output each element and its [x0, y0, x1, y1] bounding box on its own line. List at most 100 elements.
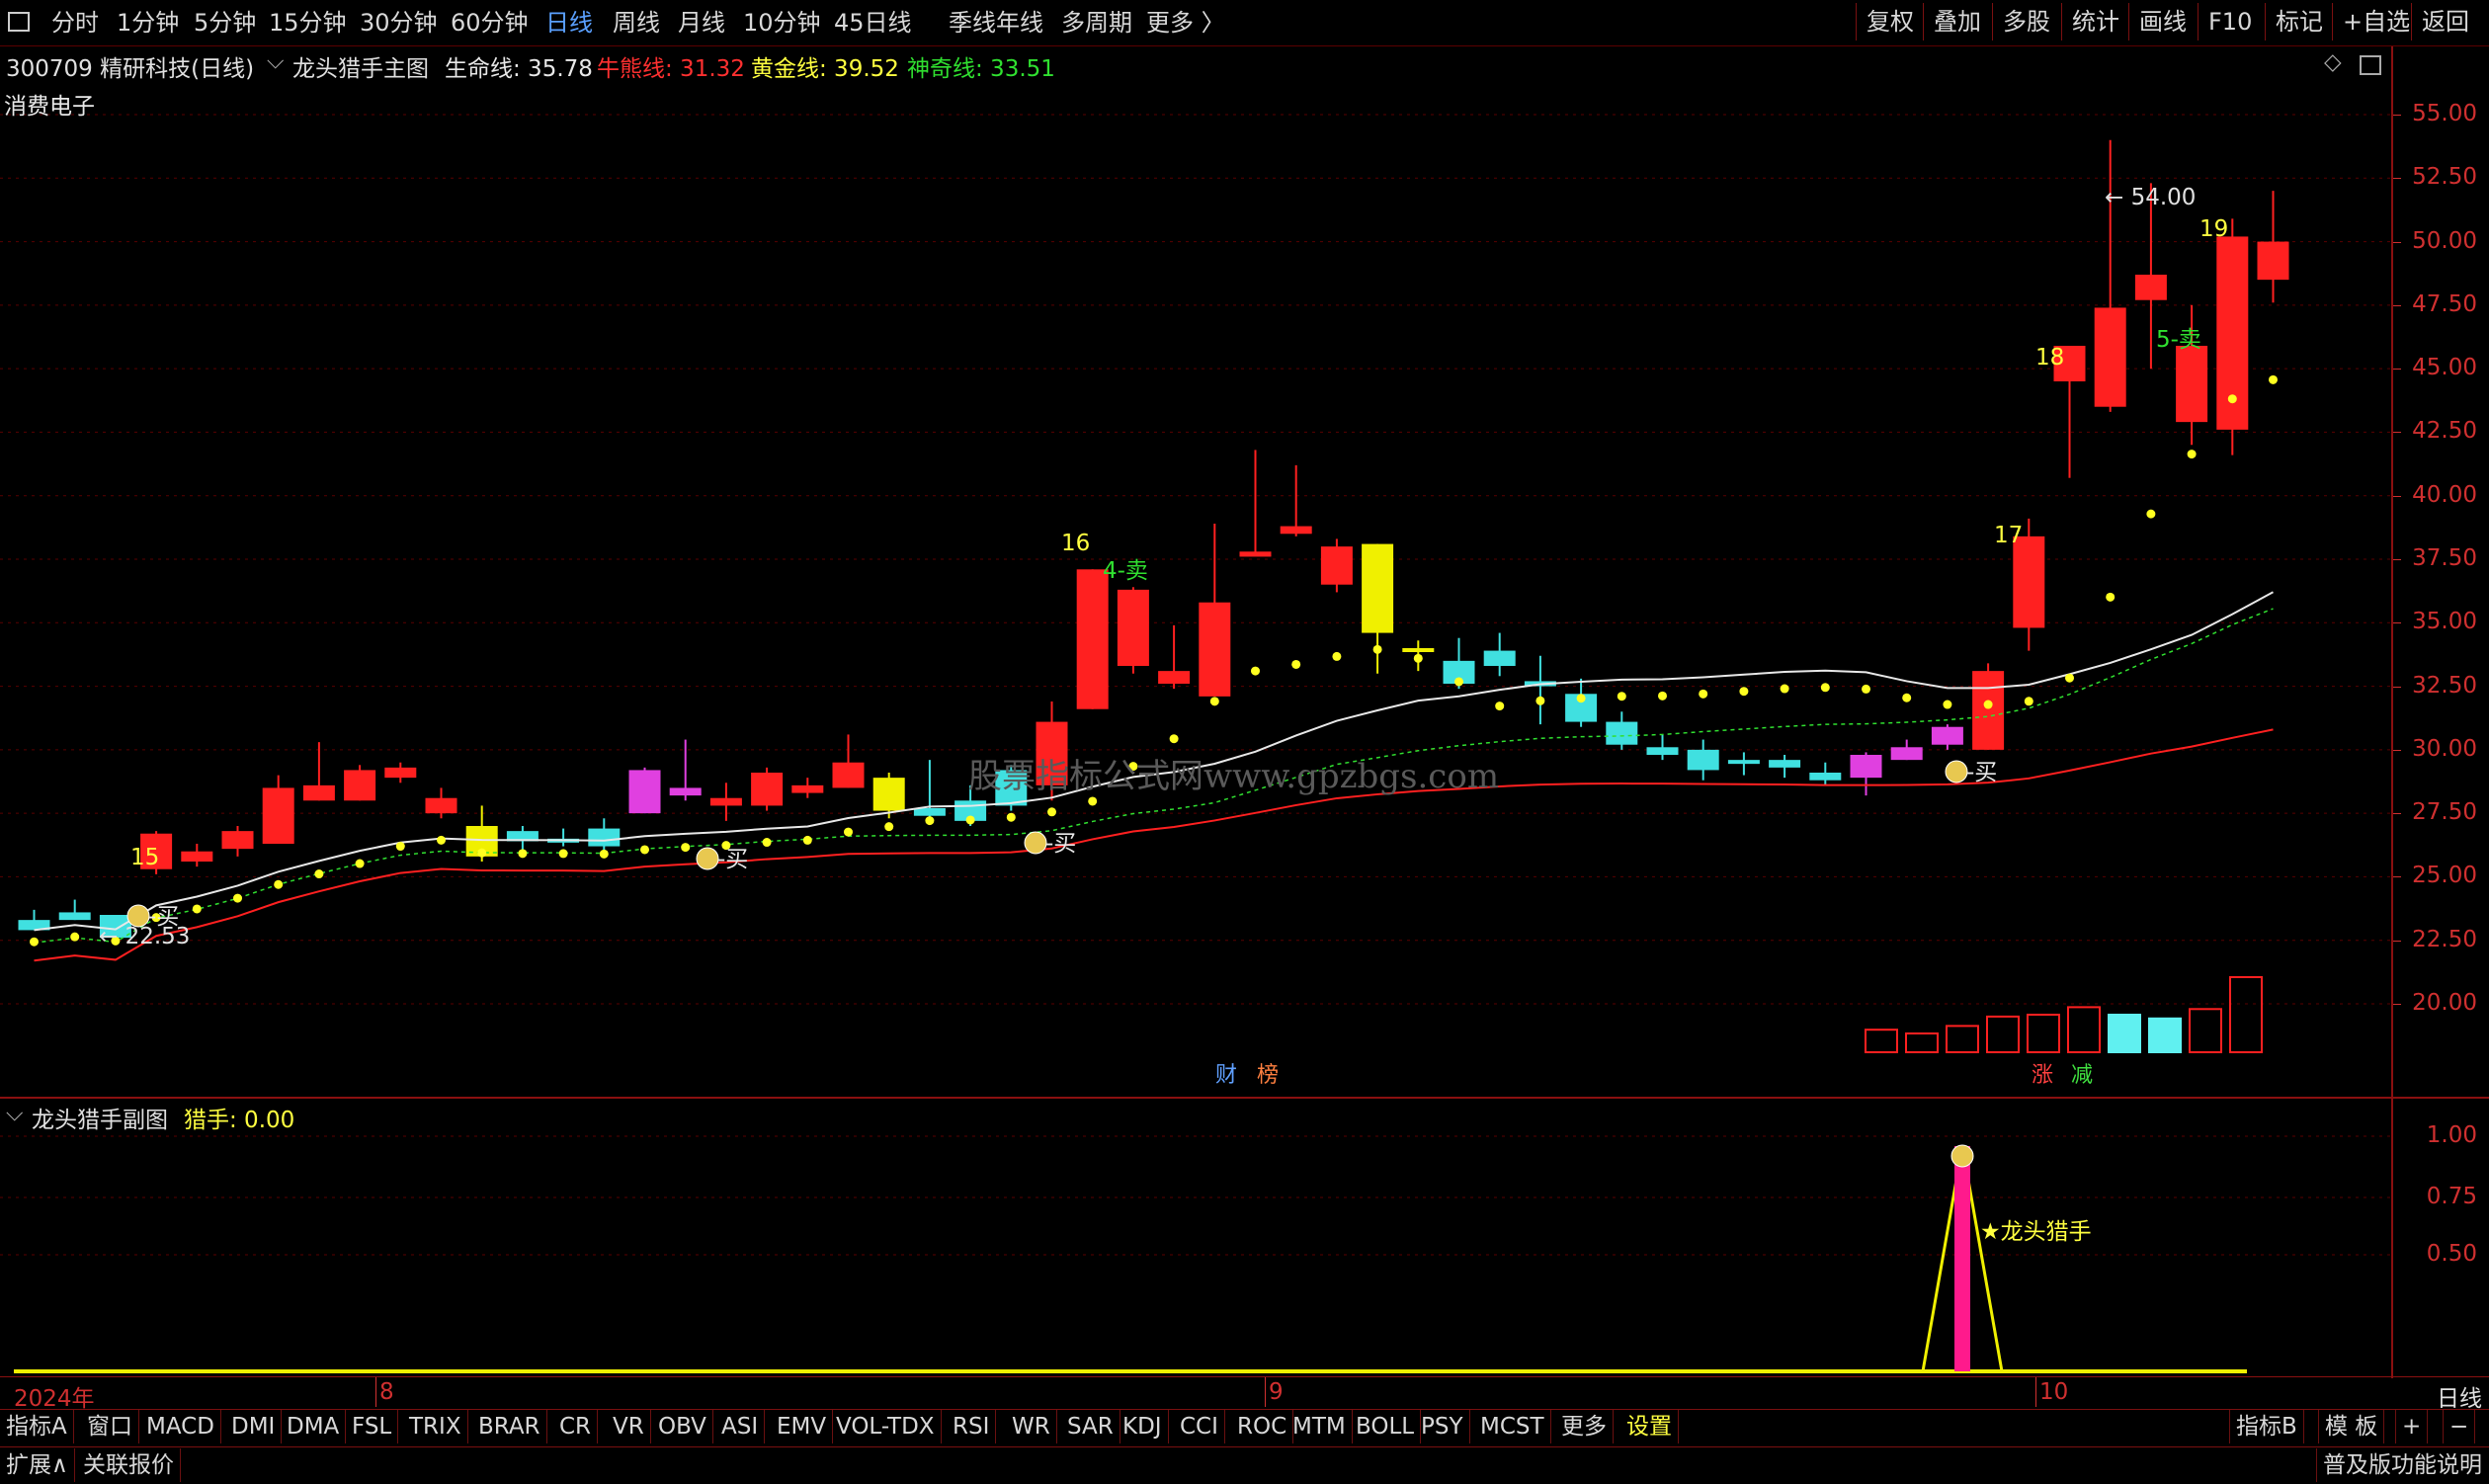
window-menu-icon[interactable] — [8, 12, 30, 32]
toolbar-button-1[interactable]: 叠加 — [1923, 3, 1981, 41]
indicator-tab-13[interactable]: VOL-TDX — [830, 1410, 942, 1443]
toolbar-button-4[interactable]: 画线 — [2128, 3, 2187, 41]
sub-chart-title[interactable]: 龙头猎手副图 — [32, 1101, 168, 1134]
period-tab-7[interactable]: 周线 — [613, 4, 660, 41]
sub-indicator-chart[interactable]: ★龙头猎手 — [0, 1099, 2391, 1378]
sell-label: 4-卖 — [1103, 558, 1148, 584]
panel-toggle-icon[interactable] — [2360, 55, 2381, 75]
right-tab-0[interactable]: 指标B — [2229, 1410, 2304, 1443]
main-candlestick-chart[interactable]: ← 54.00 ← 22.53 15 16 17 18 19 4-卖 5-卖 -买 -买 -买 -买财榜… — [0, 46, 2391, 1097]
indicator-tab-8[interactable]: CR — [553, 1410, 599, 1443]
indicator-tab-2[interactable]: MACD — [140, 1410, 221, 1443]
period-tab-0[interactable]: 分时 — [51, 4, 99, 41]
gold-dot — [314, 869, 324, 879]
indicator-tab-3[interactable]: DMI — [225, 1410, 283, 1443]
gold-dot — [884, 822, 894, 832]
candle-body — [1890, 747, 1923, 761]
indicator-tab-5[interactable]: FSL — [346, 1410, 399, 1443]
candle — [1931, 724, 1963, 750]
indicator-tab-14[interactable]: RSI — [947, 1410, 997, 1443]
candle — [628, 767, 661, 814]
toolbar-button-5[interactable]: F10 — [2198, 3, 2252, 41]
money-bag-icon — [126, 904, 150, 928]
period-tab-1[interactable]: 1分钟 — [117, 4, 179, 41]
candle — [1769, 755, 1801, 779]
right-tab-3[interactable]: − — [2443, 1410, 2476, 1443]
gold-dot — [2065, 673, 2074, 683]
price-tick-mark — [2393, 940, 2401, 942]
indicator-tab-19[interactable]: ROC — [1231, 1410, 1294, 1443]
toolbar-button-7[interactable]: +自选 — [2332, 3, 2410, 41]
indicator-tab-9[interactable]: VR — [607, 1410, 651, 1443]
indicator-tab-1[interactable]: 窗口 — [81, 1410, 139, 1443]
indicator-tab-12[interactable]: EMV — [771, 1410, 834, 1443]
high-price-label: ← 54.00 — [2105, 185, 2196, 210]
toolbar-button-3[interactable]: 统计 — [2061, 3, 2119, 41]
period-tab-9[interactable]: 10分钟 — [743, 4, 821, 41]
candle — [1483, 632, 1516, 677]
toolbar-button-6[interactable]: 标记 — [2265, 3, 2323, 41]
gold-dot — [1943, 700, 1952, 709]
related-quotes-button[interactable]: 关联报价 — [77, 1448, 181, 1482]
indicator-tab-7[interactable]: BRAR — [472, 1410, 547, 1443]
right-tab-2[interactable]: + — [2395, 1410, 2429, 1443]
indicator-name[interactable]: 龙头猎手主图 — [292, 49, 429, 83]
candle-body — [2094, 307, 2126, 407]
indicator-tab-21[interactable]: BOLL — [1350, 1410, 1422, 1443]
gold-dot — [30, 937, 39, 947]
candle-body — [262, 787, 294, 844]
indicator-tab-24[interactable]: 更多 — [1555, 1410, 1614, 1443]
indicator-tab-23[interactable]: MCST — [1474, 1410, 1551, 1443]
price-tick-mark — [2393, 813, 2401, 815]
indicator-tab-bar: 指标A 窗口 MACD DMI DMA FSL TRIX BRAR CR VR OBV ASI EMV V… — [0, 1409, 2489, 1445]
period-tab-11[interactable]: 季线 — [949, 4, 996, 41]
period-tab-6[interactable]: 日线 — [545, 4, 593, 41]
indicator-tab-15[interactable]: WR — [1006, 1410, 1057, 1443]
tag-label: 减 — [2071, 1063, 2093, 1088]
sub-dropdown-icon[interactable]: ⌵ — [6, 1101, 23, 1126]
candle — [425, 787, 457, 819]
expand-button[interactable]: 扩展∧ — [0, 1448, 75, 1482]
edition-info[interactable]: 普及版功能说明 — [2316, 1448, 2488, 1482]
diamond-icon[interactable]: ◇ — [2324, 49, 2342, 75]
indicator-dropdown-icon[interactable]: ⌵ — [267, 48, 284, 74]
indicator-tab-0[interactable]: 指标A — [0, 1410, 74, 1443]
volume-bar — [2189, 1008, 2222, 1053]
indicator-tab-6[interactable]: TRIX — [403, 1410, 468, 1443]
gold-dot — [1209, 697, 1219, 706]
indicator-tab-18[interactable]: CCI — [1174, 1410, 1225, 1443]
candle-body — [2134, 275, 2167, 300]
indicator-tab-10[interactable]: OBV — [652, 1410, 713, 1443]
period-tab-4[interactable]: 30分钟 — [360, 4, 438, 41]
right-tab-1[interactable]: 模 板 — [2318, 1410, 2385, 1443]
candle — [1565, 678, 1598, 727]
period-tab-10[interactable]: 45日线 — [834, 4, 912, 41]
period-tab-5[interactable]: 60分钟 — [451, 4, 529, 41]
toolbar-button-8[interactable]: 返回 — [2411, 3, 2469, 41]
period-tab-14[interactable]: 更多 〉 — [1146, 4, 1225, 41]
indicator-tab-16[interactable]: SAR — [1061, 1410, 1120, 1443]
period-tab-3[interactable]: 15分钟 — [269, 4, 347, 41]
indicator-tab-25[interactable]: 设置 — [1620, 1410, 1679, 1443]
price-tick-label: 25.00 — [2412, 863, 2477, 889]
indicator-tab-17[interactable]: KDJ — [1117, 1410, 1169, 1443]
indicator-tab-20[interactable]: MTM — [1286, 1410, 1353, 1443]
candle-body — [1076, 569, 1109, 709]
indicator-tab-11[interactable]: ASI — [715, 1410, 766, 1443]
toolbar-button-2[interactable]: 多股 — [1992, 3, 2050, 41]
period-tab-12[interactable]: 年线 — [996, 4, 1043, 41]
candle-body — [1320, 546, 1353, 585]
indicator-tab-4[interactable]: DMA — [281, 1410, 347, 1443]
toolbar-button-0[interactable]: 复权 — [1856, 3, 1914, 41]
period-tab-8[interactable]: 月线 — [678, 4, 725, 41]
gold-dot — [1820, 683, 1830, 693]
candle — [669, 739, 702, 801]
candle-body — [1809, 773, 1842, 781]
period-tab-13[interactable]: 多周期 — [1061, 4, 1132, 41]
volume-bar — [2229, 976, 2263, 1053]
period-tab-2[interactable]: 5分钟 — [194, 4, 256, 41]
candle-body — [751, 773, 784, 806]
indicator-tab-22[interactable]: PSY — [1415, 1410, 1470, 1443]
gold-dot — [2106, 592, 2116, 602]
candle-body — [1402, 648, 1435, 652]
